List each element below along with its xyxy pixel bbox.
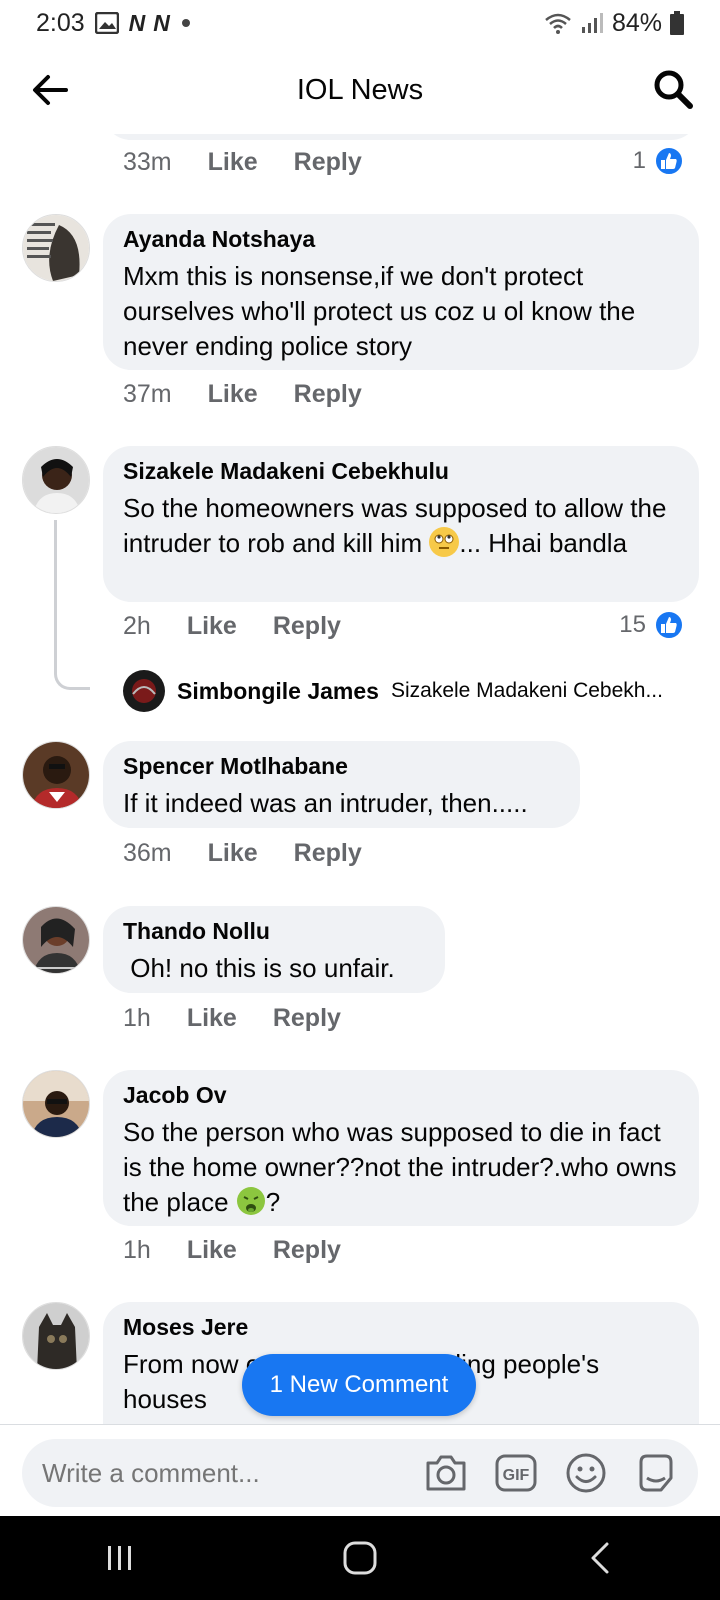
commenter-name[interactable]: Moses Jere — [123, 1314, 679, 1341]
comment-time: 36m — [123, 839, 172, 867]
reaction-count-number: 15 — [619, 611, 646, 638]
comment-bubble[interactable]: Ayanda Notshaya Mxm this is nonsense,if … — [103, 214, 699, 370]
commenter-name[interactable]: Spencer Motlhabane — [123, 753, 560, 780]
reply-author-name[interactable]: Simbongile James — [177, 678, 379, 705]
reply-button[interactable]: Reply — [294, 839, 362, 868]
reply-button[interactable]: Reply — [294, 148, 362, 177]
new-comment-button[interactable]: 1 New Comment — [242, 1354, 476, 1416]
rolling-eyes-emoji-icon — [429, 527, 460, 557]
reply-button[interactable]: Reply — [273, 612, 341, 641]
comment-composer[interactable]: GIF — [22, 1439, 698, 1507]
reply-thread-line — [54, 520, 90, 690]
comment-text: So the person who was supposed to die in… — [123, 1115, 679, 1220]
home-icon[interactable] — [330, 1528, 390, 1588]
avatar[interactable] — [22, 446, 90, 514]
comment-bubble[interactable]: Jacob Ov So the person who was supposed … — [103, 1070, 699, 1226]
comment-actions: 36m Like Reply — [123, 839, 398, 868]
reply-button[interactable]: Reply — [294, 380, 362, 409]
status-time: 2:03 — [36, 8, 85, 37]
svg-text:GIF: GIF — [503, 1467, 530, 1484]
comment-text-part: ? — [265, 1187, 281, 1217]
like-button[interactable]: Like — [208, 380, 258, 409]
news-notification-icon: N — [128, 9, 146, 36]
reply-preview[interactable]: Simbongile James Sizakele Madakeni Cebek… — [123, 670, 687, 712]
reply-button[interactable]: Reply — [273, 1004, 341, 1033]
page-title: IOL News — [296, 73, 424, 106]
sticker-icon[interactable] — [634, 1451, 678, 1495]
comment-time: 37m — [123, 380, 172, 408]
reply-button[interactable]: Reply — [273, 1236, 341, 1265]
signal-icon — [580, 12, 604, 34]
comment-actions: 37m Like Reply — [123, 380, 398, 409]
comment-text: Mxm this is nonsense,if we don't protect… — [123, 261, 636, 361]
comment-actions: 2h Like Reply — [123, 612, 377, 641]
gif-icon[interactable]: GIF — [494, 1451, 538, 1495]
avatar[interactable] — [22, 1302, 90, 1370]
avatar[interactable] — [22, 214, 90, 282]
like-button[interactable]: Like — [187, 1004, 237, 1033]
comment-bubble[interactable]: Spencer Motlhabane If it indeed was an i… — [103, 741, 580, 828]
commenter-name[interactable]: Sizakele Madakeni Cebekhulu — [123, 458, 679, 485]
comment-time: 2h — [123, 612, 151, 640]
thumbs-up-icon — [654, 146, 684, 176]
comment-bubble[interactable]: Sizakele Madakeni Cebekhulu So the homeo… — [103, 446, 699, 602]
gallery-icon — [94, 12, 119, 34]
reaction-count-number: 1 — [632, 147, 646, 174]
thumbs-up-icon — [654, 610, 684, 640]
avatar[interactable] — [22, 906, 90, 974]
reply-preview-text: Sizakele Madakeni Cebekh... — [390, 679, 663, 702]
reaction-count[interactable]: 15 — [619, 610, 684, 640]
emoji-smile-icon[interactable] — [564, 1451, 608, 1495]
avatar[interactable] — [22, 1070, 90, 1138]
comments-feed[interactable]: 33m Like Reply 1 Ayanda Notshaya Mxm thi… — [0, 134, 720, 1424]
comment-text: Oh! no this is so unfair. — [123, 953, 395, 983]
recent-apps-icon[interactable] — [90, 1528, 150, 1588]
avatar[interactable] — [22, 741, 90, 809]
comment-input[interactable] — [42, 1457, 424, 1489]
comment-text-part: ... Hhai bandla — [459, 528, 628, 558]
previous-comment-bubble — [103, 134, 699, 140]
news-notification-icon-2: N — [153, 9, 170, 36]
status-bar: 2:03 N N 84% — [0, 0, 720, 46]
comment-time: 1h — [123, 1236, 151, 1264]
camera-icon[interactable] — [424, 1451, 468, 1495]
comment-text: So the homeowners was supposed to allow … — [123, 491, 679, 561]
more-notifications-dot — [181, 19, 190, 27]
nauseated-face-emoji-icon — [236, 1186, 266, 1216]
comment-actions: 1h Like Reply — [123, 1004, 377, 1033]
commenter-name[interactable]: Jacob Ov — [123, 1082, 679, 1109]
wifi-icon — [544, 12, 572, 34]
comment-bubble[interactable]: Thando Nollu Oh! no this is so unfair. — [103, 906, 445, 993]
back-arrow-icon[interactable] — [28, 68, 72, 112]
comment-time: 33m — [123, 148, 172, 176]
commenter-name[interactable]: Ayanda Notshaya — [123, 226, 679, 253]
commenter-name[interactable]: Thando Nollu — [123, 918, 425, 945]
comment-composer-bar: GIF — [0, 1424, 720, 1516]
reaction-count[interactable]: 1 — [633, 146, 684, 176]
comment-text: If it indeed was an intruder, then..... — [123, 788, 528, 818]
like-button[interactable]: Like — [187, 612, 237, 641]
comment-text-part: So the person who was supposed to die in… — [123, 1117, 677, 1217]
system-navigation-bar — [0, 1516, 720, 1600]
app-header: IOL News — [0, 46, 720, 134]
like-button[interactable]: Like — [208, 839, 258, 868]
battery-icon — [670, 11, 684, 35]
comment-time: 1h — [123, 1004, 151, 1032]
battery-percent: 84% — [611, 8, 662, 37]
like-button[interactable]: Like — [187, 1236, 237, 1265]
like-button[interactable]: Like — [208, 148, 258, 177]
comment-actions: 1h Like Reply — [123, 1236, 377, 1265]
avatar[interactable] — [123, 670, 165, 712]
comment-actions: 33m Like Reply — [123, 148, 398, 177]
search-icon[interactable] — [652, 68, 694, 110]
system-back-icon[interactable] — [570, 1528, 630, 1588]
